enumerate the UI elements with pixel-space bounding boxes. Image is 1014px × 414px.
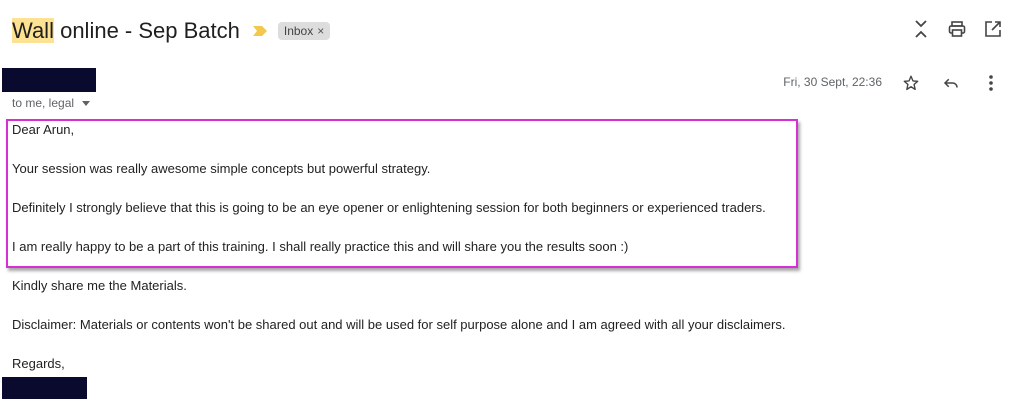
reply-button[interactable] (940, 72, 962, 94)
label-chip-text: Inbox (283, 24, 314, 38)
body-line-4: Kindly share me the Materials. (12, 278, 187, 293)
star-button[interactable] (900, 72, 922, 94)
print-icon (948, 21, 966, 37)
body-line-5: Disclaimer: Materials or contents won't … (12, 317, 786, 332)
subject-row: Wall online - Sep Batch Inbox × (12, 14, 331, 48)
expand-collapse-button[interactable] (910, 18, 932, 40)
chevron-down-icon[interactable] (82, 100, 91, 106)
important-marker-icon[interactable] (252, 24, 268, 38)
recipients[interactable]: to me, legal (12, 96, 91, 110)
recipients-text: to me, legal (12, 96, 75, 110)
print-button[interactable] (946, 18, 968, 40)
subject-text: online - Sep Batch (53, 18, 240, 43)
inbox-label-chip: Inbox × (277, 22, 331, 40)
expand-collapse-icon (915, 20, 927, 38)
reply-icon (943, 78, 958, 88)
thread-toolbar (910, 18, 1004, 40)
open-new-window-icon (985, 21, 1001, 37)
message-toolbar (900, 72, 1002, 94)
open-new-window-button[interactable] (982, 18, 1004, 40)
star-icon (903, 75, 919, 91)
more-options-button[interactable] (980, 72, 1002, 94)
email-subject: Wall online - Sep Batch (12, 18, 240, 44)
body-line-2: Definitely I strongly believe that this … (12, 200, 766, 215)
message-date: Fri, 30 Sept, 22:36 (783, 75, 882, 89)
body-line-3: I am really happy to be a part of this t… (12, 239, 629, 254)
body-line-1: Your session was really awesome simple c… (12, 161, 431, 176)
redacted-signature (2, 377, 87, 399)
body-closing: Regards, (12, 356, 65, 371)
subject-highlight: Wall (12, 18, 54, 43)
remove-label-button[interactable]: × (317, 24, 324, 38)
redacted-sender-name (2, 68, 96, 92)
more-vert-icon (989, 75, 993, 91)
body-greeting: Dear Arun, (12, 122, 75, 137)
